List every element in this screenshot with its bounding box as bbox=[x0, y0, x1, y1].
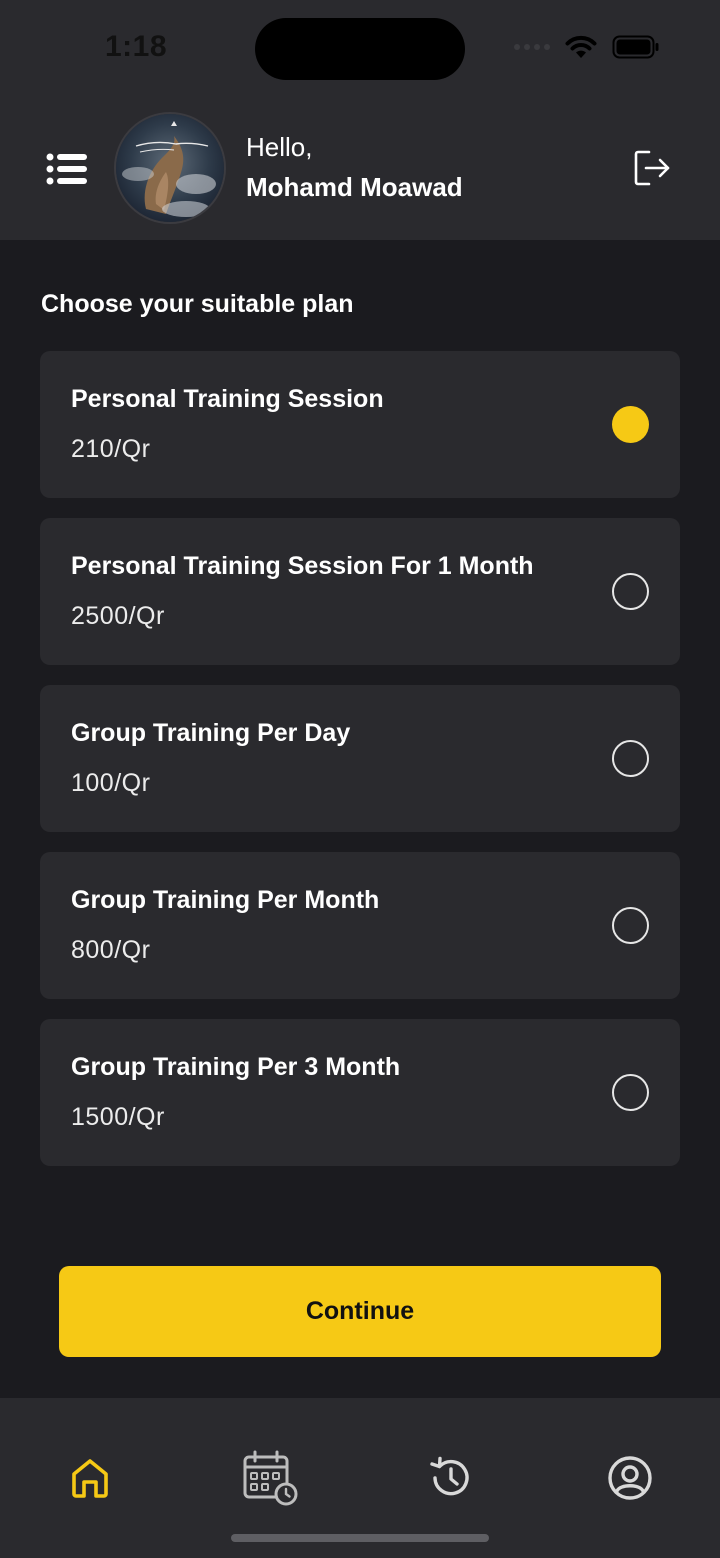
plan-radio[interactable] bbox=[612, 907, 649, 944]
home-indicator bbox=[231, 1534, 489, 1542]
bottom-nav bbox=[0, 1398, 720, 1558]
continue-button[interactable]: Continue bbox=[59, 1266, 661, 1357]
plan-name: Personal Training Session bbox=[71, 385, 384, 413]
status-bar: 1:18 bbox=[0, 0, 720, 100]
status-time: 1:18 bbox=[105, 30, 168, 63]
plan-name: Group Training Per Day bbox=[71, 719, 351, 747]
nav-profile[interactable] bbox=[600, 1448, 660, 1508]
wifi-icon bbox=[565, 35, 597, 58]
plan-radio-selected[interactable] bbox=[612, 406, 649, 443]
avatar[interactable] bbox=[114, 112, 226, 224]
nav-home[interactable] bbox=[60, 1448, 120, 1508]
plan-radio[interactable] bbox=[612, 740, 649, 777]
nav-schedule[interactable] bbox=[240, 1448, 300, 1508]
plan-card-personal-1-month[interactable]: Personal Training Session For 1 Month 25… bbox=[40, 518, 680, 665]
dynamic-island bbox=[255, 18, 465, 80]
app-header: Hello, Mohamd Moawad bbox=[0, 100, 720, 240]
calendar-schedule-icon bbox=[243, 1450, 298, 1506]
profile-icon bbox=[608, 1456, 652, 1500]
greeting-text: Hello, bbox=[246, 132, 313, 162]
plan-name: Personal Training Session For 1 Month bbox=[71, 552, 534, 580]
plan-card-group-per-day[interactable]: Group Training Per Day 100/Qr bbox=[40, 685, 680, 832]
plan-price: 2500/Qr bbox=[71, 602, 165, 630]
plan-card-group-per-3-month[interactable]: Group Training Per 3 Month 1500/Qr bbox=[40, 1019, 680, 1166]
status-indicators bbox=[514, 34, 660, 60]
section-title: Choose your suitable plan bbox=[41, 290, 354, 318]
logout-icon[interactable] bbox=[630, 146, 674, 190]
plan-name: Group Training Per 3 Month bbox=[71, 1053, 401, 1081]
battery-icon bbox=[612, 35, 659, 59]
plan-price: 1500/Qr bbox=[71, 1103, 165, 1131]
plan-card-group-per-month[interactable]: Group Training Per Month 800/Qr bbox=[40, 852, 680, 999]
plan-card-personal-session[interactable]: Personal Training Session 210/Qr bbox=[40, 351, 680, 498]
plan-radio[interactable] bbox=[612, 1074, 649, 1111]
home-icon bbox=[72, 1459, 108, 1498]
history-icon bbox=[430, 1456, 469, 1496]
plan-price: 800/Qr bbox=[71, 936, 151, 964]
cellular-signal-icon bbox=[514, 44, 550, 50]
plan-price: 100/Qr bbox=[71, 769, 151, 797]
nav-history[interactable] bbox=[420, 1448, 480, 1508]
plan-name: Group Training Per Month bbox=[71, 886, 380, 914]
user-name: Mohamd Moawad bbox=[246, 172, 463, 202]
plan-price: 210/Qr bbox=[71, 435, 151, 463]
menu-list-icon[interactable] bbox=[46, 152, 88, 186]
plan-radio[interactable] bbox=[612, 573, 649, 610]
